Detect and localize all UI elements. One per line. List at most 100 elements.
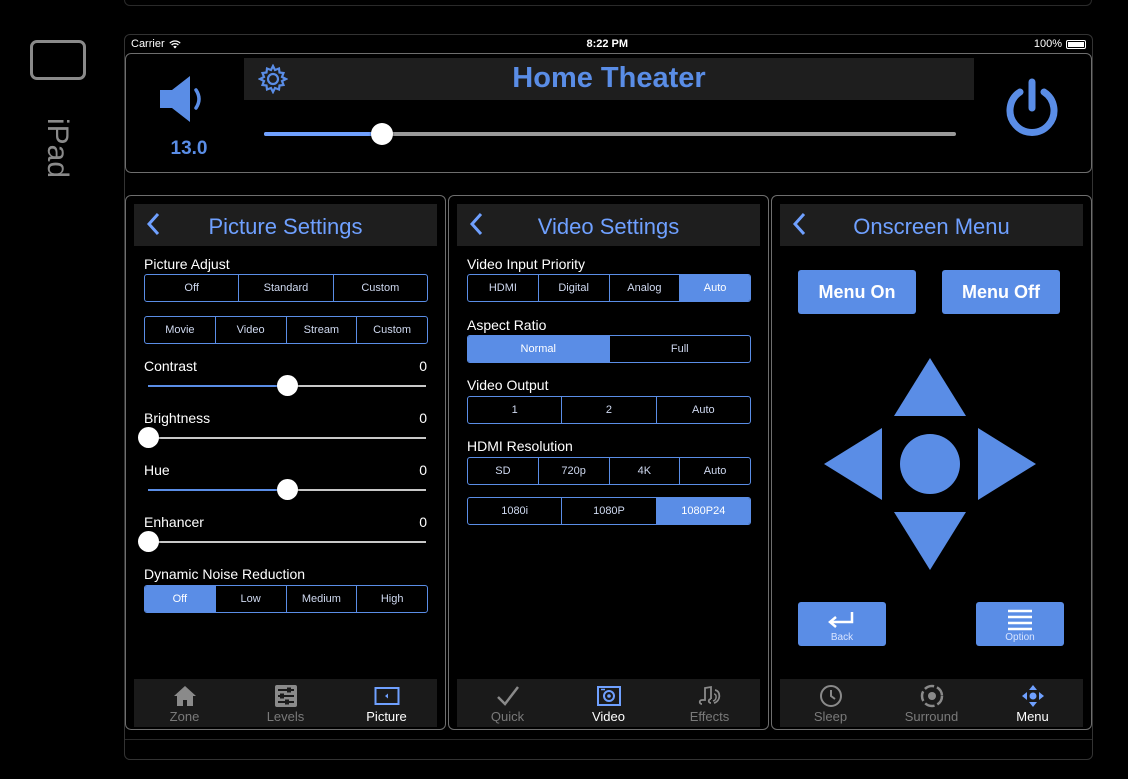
dpad-up-arrow-icon[interactable] [894, 358, 966, 416]
hdmi-resolution-row1: SD 720p 4K Auto [467, 457, 751, 485]
brightness-label: Brightness [144, 410, 211, 426]
enhancer-slider-thumb[interactable] [138, 531, 159, 552]
dpad-left-arrow-icon[interactable] [824, 428, 882, 500]
hdmi-resolution-row2: 1080i 1080P 1080P24 [467, 497, 751, 525]
master-volume-slider[interactable] [264, 123, 956, 145]
video-panel-tabbar: Quick Video Effects [457, 679, 760, 727]
picture-adjust-stream-button[interactable]: Stream [287, 317, 358, 343]
volume-value: 13.0 [170, 138, 208, 159]
list-icon [1008, 609, 1032, 631]
battery-icon [1066, 39, 1086, 49]
menu-on-button[interactable]: Menu On [798, 270, 916, 314]
dnr-low-button[interactable]: Low [216, 586, 287, 612]
speaker-volume-icon[interactable] [156, 72, 216, 126]
onscreen-menu-header: Onscreen Menu [780, 204, 1083, 246]
wifi-icon [168, 39, 181, 48]
checkmark-icon [496, 686, 519, 706]
clock-icon [819, 685, 842, 707]
tab-sleep[interactable]: Sleep [780, 679, 881, 727]
resolution-sd-button[interactable]: SD [468, 458, 539, 484]
picture-adjust-movie-button[interactable]: Movie [145, 317, 216, 343]
home-icon [173, 686, 196, 706]
option-button-label: Option [1005, 632, 1035, 643]
master-volume-thumb[interactable] [370, 123, 393, 145]
option-button[interactable]: Option [976, 602, 1064, 646]
onscreen-panel-tabbar: Sleep Surround Menu [780, 679, 1083, 727]
contrast-value: 0 [419, 358, 427, 374]
enhancer-slider[interactable] [138, 531, 426, 552]
dnr-medium-button[interactable]: Medium [287, 586, 358, 612]
resolution-auto-button[interactable]: Auto [680, 458, 750, 484]
back-button-label: Back [830, 632, 854, 643]
sliders-icon [274, 685, 297, 707]
enhancer-label: Enhancer [144, 514, 204, 530]
dnr-off-button[interactable]: Off [145, 586, 216, 612]
dpad-enter-button[interactable] [900, 434, 960, 494]
tab-video[interactable]: Video [558, 679, 659, 727]
tab-effects[interactable]: Effects [659, 679, 760, 727]
hdmi-resolution-label: HDMI Resolution [467, 438, 573, 454]
video-output-label: Video Output [467, 377, 549, 393]
device-label: iPad [41, 118, 74, 179]
picture-adjust-custom2-button[interactable]: Custom [357, 317, 427, 343]
music-notes-icon [698, 685, 720, 705]
video-output-1-button[interactable]: 1 [468, 397, 563, 423]
hue-slider[interactable] [148, 479, 426, 500]
contrast-slider-thumb[interactable] [277, 375, 298, 396]
picture-settings-panel: Picture Settings Picture Adjust Off Stan… [125, 195, 446, 730]
tab-quick[interactable]: Quick [457, 679, 558, 727]
dnr-segmented-control: Off Low Medium High [144, 585, 428, 613]
resolution-1080p-button[interactable]: 1080P [562, 498, 657, 524]
ipad-device-icon [30, 40, 86, 80]
picture-adjust-off-button[interactable]: Off [145, 275, 240, 301]
input-priority-analog-button[interactable]: Analog [610, 275, 681, 301]
status-bar: Carrier 8:22 PM 100% [125, 35, 1092, 53]
tab-surround[interactable]: Surround [881, 679, 982, 727]
picture-adjust-standard-button[interactable]: Standard [239, 275, 334, 301]
dpad-right-arrow-icon[interactable] [978, 428, 1036, 500]
tab-menu[interactable]: Menu [982, 679, 1083, 727]
picture-adjust-custom-button[interactable]: Custom [334, 275, 427, 301]
resolution-1080p24-button[interactable]: 1080P24 [656, 498, 750, 524]
dpad-icon [1021, 685, 1044, 707]
back-button[interactable]: Back [798, 602, 886, 646]
input-priority-digital-button[interactable]: Digital [539, 275, 610, 301]
menu-off-button[interactable]: Menu Off [942, 270, 1060, 314]
tab-levels[interactable]: Levels [235, 679, 336, 727]
page-title: Home Theater [512, 62, 706, 94]
dnr-high-button[interactable]: High [357, 586, 427, 612]
status-time: 8:22 PM [586, 38, 629, 50]
aspect-normal-button[interactable]: Normal [468, 336, 610, 362]
resolution-4k-button[interactable]: 4K [610, 458, 681, 484]
brightness-slider-thumb[interactable] [138, 427, 159, 448]
video-output-auto-button[interactable]: Auto [657, 397, 750, 423]
hue-slider-thumb[interactable] [277, 479, 298, 500]
resolution-720p-button[interactable]: 720p [539, 458, 610, 484]
video-settings-panel: Video Settings Video Input Priority HDMI… [448, 195, 769, 730]
dnr-label: Dynamic Noise Reduction [144, 566, 306, 582]
contrast-label: Contrast [144, 358, 197, 374]
tab-zone[interactable]: Zone [134, 679, 235, 727]
bottom-bar [125, 739, 1092, 759]
header-panel: 13.0 Home Theater [125, 53, 1092, 173]
picture-adjust-video-button[interactable]: Video [216, 317, 287, 343]
surround-icon [920, 684, 943, 708]
aspect-full-button[interactable]: Full [610, 336, 751, 362]
picture-settings-title: Picture Settings [208, 214, 363, 239]
brightness-slider[interactable] [138, 427, 426, 448]
contrast-slider[interactable] [148, 375, 426, 396]
picture-adjust-label: Picture Adjust [144, 256, 230, 272]
power-icon[interactable] [1002, 78, 1062, 138]
resolution-1080i-button[interactable]: 1080i [468, 498, 563, 524]
hue-value: 0 [419, 462, 427, 478]
input-priority-hdmi-button[interactable]: HDMI [468, 275, 539, 301]
input-priority-auto-button[interactable]: Auto [680, 275, 750, 301]
dpad-down-arrow-icon[interactable] [894, 512, 966, 570]
video-output-2-button[interactable]: 2 [562, 397, 657, 423]
tab-picture[interactable]: Picture [336, 679, 437, 727]
onscreen-menu-panel: Onscreen Menu Menu On Menu Off Back Opti… [771, 195, 1092, 730]
master-volume-fill [264, 132, 382, 136]
picture-panel-tabbar: Zone Levels Picture [134, 679, 437, 727]
contrast-slider-fill [148, 385, 287, 387]
brightness-value: 0 [419, 410, 427, 426]
